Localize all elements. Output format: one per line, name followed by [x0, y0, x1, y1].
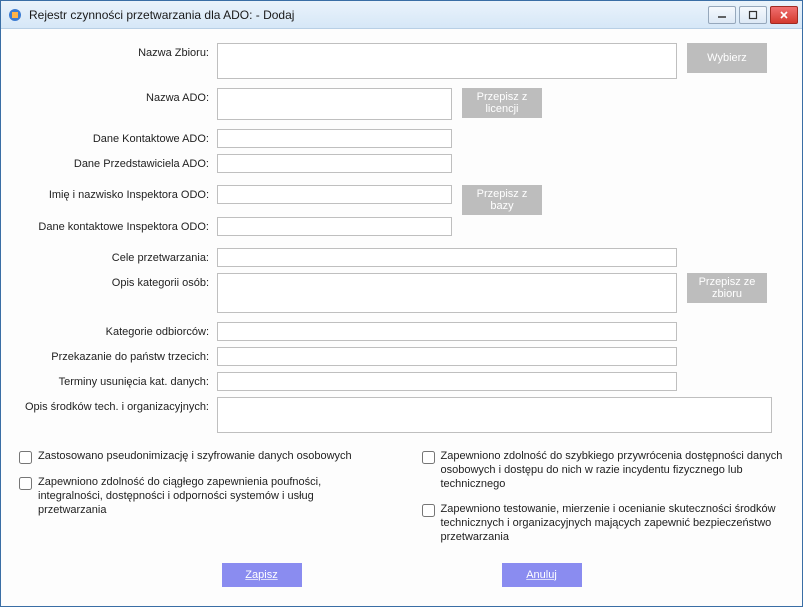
- zapisz-button[interactable]: Zapisz: [222, 563, 302, 587]
- anuluj-button[interactable]: Anuluj: [502, 563, 582, 587]
- client-area: Nazwa Zbioru: Wybierz Nazwa ADO: Przepis…: [1, 29, 802, 606]
- label-nazwa-ado: Nazwa ADO:: [19, 88, 217, 104]
- dane-kontaktowe-ado-input[interactable]: [217, 129, 452, 148]
- maximize-button[interactable]: [739, 6, 767, 24]
- nazwa-ado-input[interactable]: [217, 88, 452, 120]
- label-dane-przedstawiciela-ado: Dane Przedstawiciela ADO:: [19, 154, 217, 170]
- window-controls: [708, 6, 798, 24]
- minimize-button[interactable]: [708, 6, 736, 24]
- close-button[interactable]: [770, 6, 798, 24]
- imie-inspektora-input[interactable]: [217, 185, 452, 204]
- checkbox-pseudonimizacja[interactable]: [19, 451, 32, 464]
- checkbox-pseudonimizacja-label: Zastosowano pseudonimizację i szyfrowani…: [38, 450, 352, 464]
- label-przekazanie-panstw: Przekazanie do państw trzecich:: [19, 347, 217, 363]
- przekazanie-panstw-input[interactable]: [217, 347, 677, 366]
- label-cele-przetwarzania: Cele przetwarzania:: [19, 248, 217, 264]
- checkbox-przywrocenie-label: Zapewniono zdolność do szybkiego przywró…: [441, 450, 785, 491]
- label-dane-kontaktowe-ado: Dane Kontaktowe ADO:: [19, 129, 217, 145]
- label-kategorie-odbiorcow: Kategorie odbiorców:: [19, 322, 217, 338]
- label-nazwa-zbioru: Nazwa Zbioru:: [19, 43, 217, 59]
- app-icon: [7, 7, 23, 23]
- dane-inspektora-input[interactable]: [217, 217, 452, 236]
- opis-srodkow-input[interactable]: [217, 397, 772, 433]
- przepisz-licencji-button[interactable]: Przepisz z licencji: [462, 88, 542, 118]
- przepisz-zbioru-button[interactable]: Przepisz ze zbioru: [687, 273, 767, 303]
- label-opis-srodkow: Opis środków tech. i organizacyjnych:: [19, 397, 217, 413]
- titlebar: Rejestr czynności przetwarzania dla ADO:…: [1, 1, 802, 29]
- anuluj-label: Anuluj: [526, 569, 557, 581]
- label-imie-inspektora: Imię i nazwisko Inspektora ODO:: [19, 185, 217, 201]
- label-terminy-usuniecia: Terminy usunięcia kat. danych:: [19, 372, 217, 388]
- checkbox-przywrocenie[interactable]: [422, 451, 435, 464]
- terminy-usuniecia-input[interactable]: [217, 372, 677, 391]
- kategorie-odbiorcow-input[interactable]: [217, 322, 677, 341]
- cele-przetwarzania-input[interactable]: [217, 248, 677, 267]
- zapisz-label: Zapisz: [245, 569, 277, 581]
- window-title: Rejestr czynności przetwarzania dla ADO:…: [29, 8, 708, 22]
- checkbox-testowanie-label: Zapewniono testowanie, mierzenie i oceni…: [441, 503, 785, 544]
- dialog-buttons: Zapisz Anuluj: [19, 563, 784, 587]
- opis-kategorii-osob-input[interactable]: [217, 273, 677, 313]
- wybierz-button[interactable]: Wybierz: [687, 43, 767, 73]
- checkbox-poufnosc[interactable]: [19, 477, 32, 490]
- checkbox-poufnosc-label: Zapewniono zdolność do ciągłego zapewnie…: [38, 476, 382, 517]
- label-dane-inspektora: Dane kontaktowe Inspektora ODO:: [19, 217, 217, 233]
- checkbox-section: Zastosowano pseudonimizację i szyfrowani…: [19, 450, 784, 557]
- nazwa-zbioru-input[interactable]: [217, 43, 677, 79]
- przepisz-bazy-button[interactable]: Przepisz z bazy: [462, 185, 542, 215]
- app-window: Rejestr czynności przetwarzania dla ADO:…: [0, 0, 803, 607]
- label-opis-kategorii-osob: Opis kategorii osób:: [19, 273, 217, 289]
- checkbox-testowanie[interactable]: [422, 504, 435, 517]
- dane-przedstawiciela-ado-input[interactable]: [217, 154, 452, 173]
